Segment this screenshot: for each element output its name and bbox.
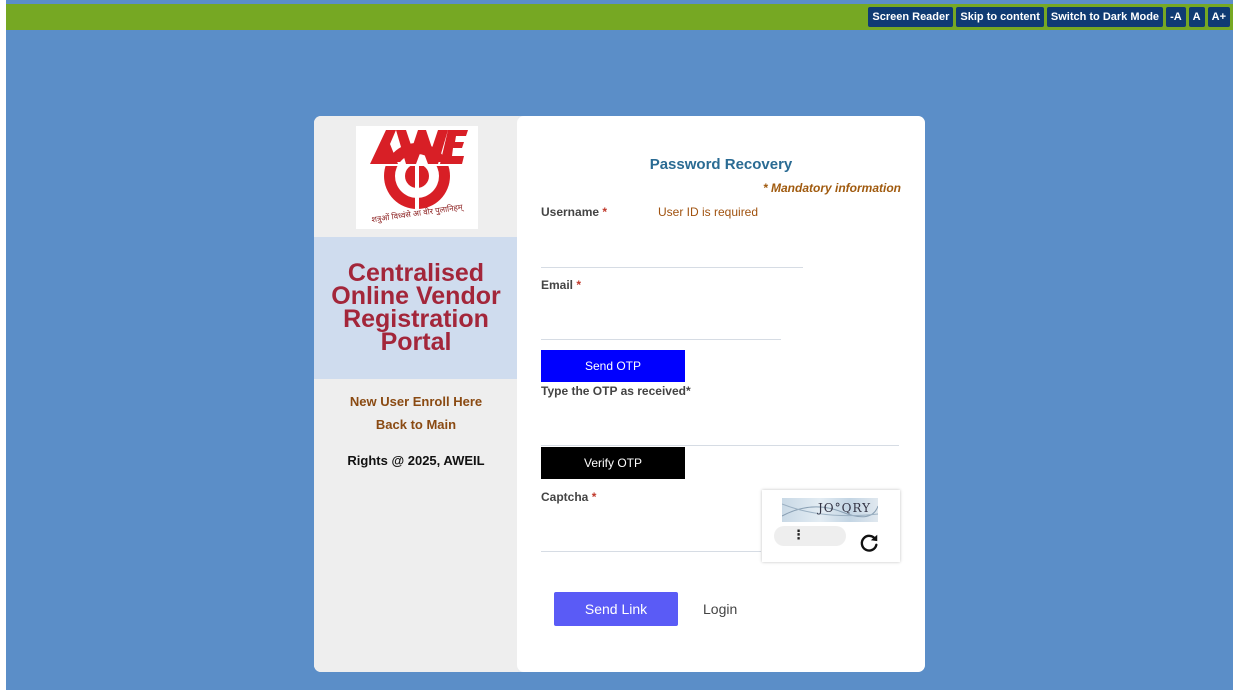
required-marker: * [602, 205, 608, 219]
recovery-form: Password Recovery * Mandatory informatio… [517, 116, 925, 672]
back-to-main-link[interactable]: Back to Main [314, 417, 518, 432]
kebab-menu-icon: ⋮ [792, 527, 805, 542]
otp-label-text: Type the OTP as received [541, 384, 686, 398]
portal-title: Centralised Online Vendor Registration P… [331, 259, 501, 356]
verify-otp-button[interactable]: Verify OTP [541, 447, 685, 479]
captcha-widget: JO°QRY ⋮ [762, 490, 900, 562]
accessibility-toolbar: Screen Reader Skip to content Switch to … [868, 7, 1230, 27]
font-reset-button[interactable]: A [1188, 7, 1205, 27]
username-label-text: Username [541, 205, 600, 219]
captcha-label: Captcha * [541, 490, 596, 504]
otp-input[interactable] [541, 418, 899, 446]
email-label: Email * [541, 278, 581, 292]
captcha-options[interactable]: ⋮ [774, 526, 846, 546]
dark-mode-button[interactable]: Switch to Dark Mode [1046, 7, 1164, 27]
email-input[interactable] [541, 312, 781, 340]
email-label-text: Email [541, 278, 574, 292]
username-error: User ID is required [658, 205, 759, 219]
font-increase-button[interactable]: A+ [1207, 7, 1230, 27]
login-card: शत्रुओं विध्वंसे आ वीर पुलानिहम् AWE Cen… [314, 116, 925, 672]
skip-to-content-button[interactable]: Skip to content [956, 7, 1044, 27]
username-label: Username * [541, 205, 607, 219]
screen-reader-button[interactable]: Screen Reader [868, 7, 954, 27]
send-otp-button[interactable]: Send OTP [541, 350, 685, 382]
captcha-label-text: Captcha [541, 490, 589, 504]
font-decrease-button[interactable]: -A [1166, 7, 1186, 27]
required-marker: * [591, 490, 597, 504]
refresh-icon[interactable] [858, 532, 880, 554]
awe-logo: शत्रुओं विध्वंसे आ वीर पुलानिहम् AWE [356, 126, 478, 229]
enroll-link[interactable]: New User Enroll Here [314, 394, 518, 409]
form-title: Password Recovery [649, 156, 793, 173]
login-link[interactable]: Login [703, 601, 737, 617]
captcha-input[interactable] [541, 524, 761, 552]
window-edge [0, 0, 6, 690]
portal-title-band: Centralised Online Vendor Registration P… [314, 237, 518, 379]
captcha-text: JO°QRY [818, 501, 872, 515]
send-link-button[interactable]: Send Link [554, 592, 678, 626]
rights-text: Rights @ 2025, AWEIL [347, 453, 485, 468]
top-bar: Screen Reader Skip to content Switch to … [6, 4, 1233, 30]
required-marker: * [576, 278, 582, 292]
sidebar-panel: शत्रुओं विध्वंसे आ वीर पुलानिहम् AWE Cen… [314, 116, 518, 672]
username-input[interactable] [541, 240, 803, 268]
otp-label: Type the OTP as received* [541, 384, 691, 398]
captcha-image: JO°QRY [782, 498, 878, 522]
mandatory-note: * Mandatory information [762, 181, 901, 195]
required-marker: * [685, 384, 691, 398]
